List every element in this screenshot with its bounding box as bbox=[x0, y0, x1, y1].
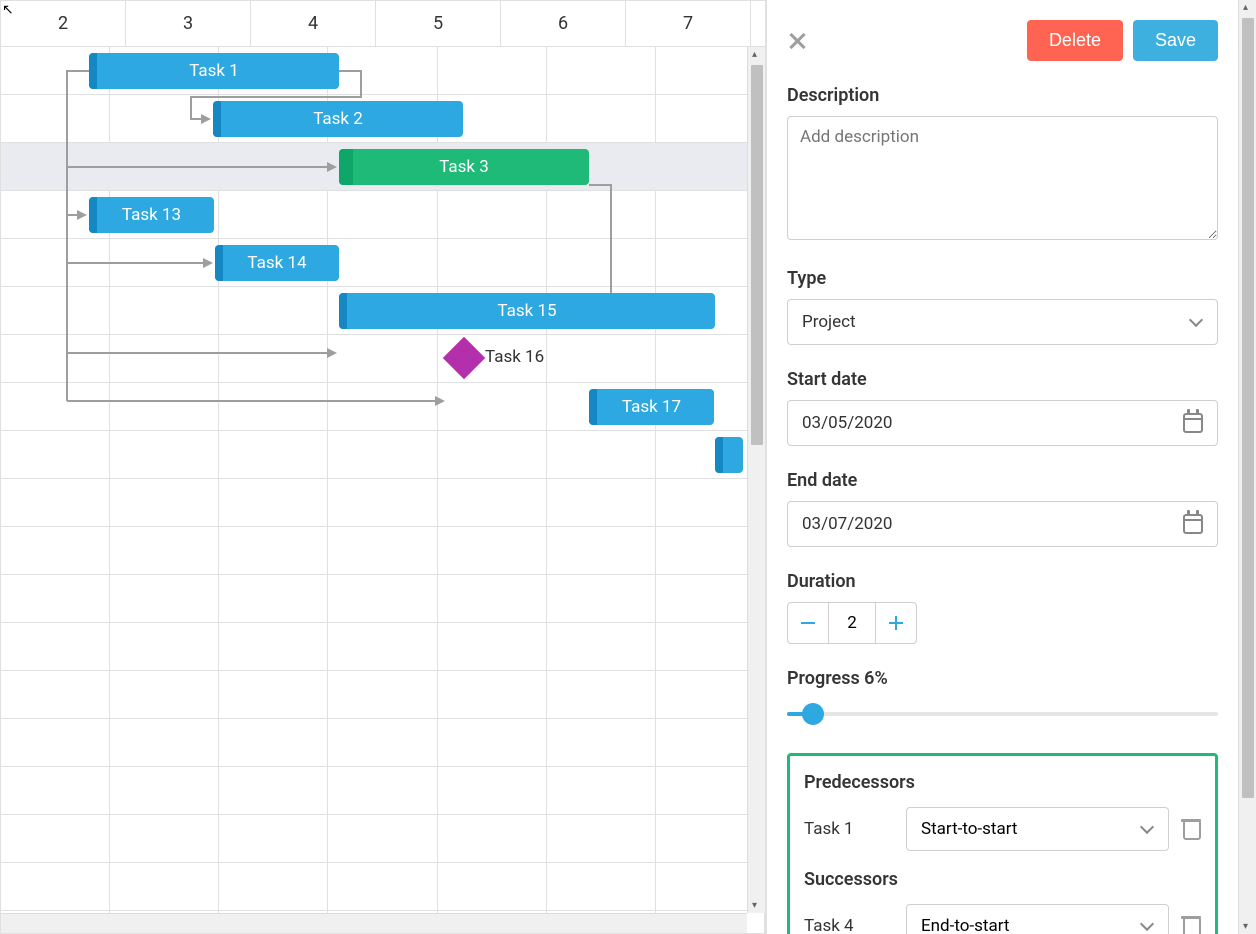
delete-button[interactable]: Delete bbox=[1027, 20, 1123, 61]
description-label: Description bbox=[787, 85, 1218, 106]
progress-slider[interactable] bbox=[787, 699, 1218, 729]
link-type-select[interactable]: Start-to-start bbox=[906, 807, 1169, 851]
progress-label: Progress 6% bbox=[787, 668, 1218, 689]
end-date-input[interactable]: 03/07/2020 bbox=[787, 501, 1218, 547]
start-date-input[interactable]: 03/05/2020 bbox=[787, 400, 1218, 446]
scrollbar-thumb[interactable] bbox=[1242, 18, 1254, 798]
task-bar-task15[interactable]: Task 15 bbox=[339, 293, 715, 329]
gantt-column-header: 3 bbox=[126, 1, 251, 46]
type-value: Project bbox=[802, 312, 856, 332]
calendar-icon[interactable] bbox=[1183, 514, 1203, 534]
predecessors-label: Predecessors bbox=[804, 772, 1201, 793]
link-type-value: End-to-start bbox=[921, 916, 1009, 934]
gantt-row[interactable] bbox=[1, 239, 765, 287]
gantt-chart[interactable]: 234567 Task 1Task 2Task 3Task 13Task 14T… bbox=[0, 0, 766, 934]
task-bar-task13[interactable]: Task 13 bbox=[89, 197, 214, 233]
plus-icon bbox=[889, 616, 903, 630]
duration-decrement-button[interactable] bbox=[787, 602, 829, 644]
task-links-box: Predecessors Task 1 Start-to-start Succes… bbox=[787, 753, 1218, 934]
gantt-column-header: 2 bbox=[1, 1, 126, 46]
duration-label: Duration bbox=[787, 571, 1218, 592]
trash-icon[interactable] bbox=[1181, 915, 1201, 934]
chevron-down-icon bbox=[1189, 315, 1203, 329]
trash-icon[interactable] bbox=[1181, 818, 1201, 840]
task-bar-task18[interactable] bbox=[715, 437, 743, 473]
task-bar-task3[interactable]: Task 3 bbox=[339, 149, 589, 185]
successors-label: Successors bbox=[804, 869, 1201, 890]
task-bar-task14[interactable]: Task 14 bbox=[215, 245, 339, 281]
duration-stepper[interactable]: 2 bbox=[787, 602, 1218, 644]
task-bar-task17[interactable]: Task 17 bbox=[589, 389, 714, 425]
duration-increment-button[interactable] bbox=[875, 602, 917, 644]
link-task-name: Task 1 bbox=[804, 819, 894, 839]
type-select[interactable]: Project bbox=[787, 299, 1218, 345]
start-date-value: 03/05/2020 bbox=[802, 413, 892, 433]
gantt-row[interactable] bbox=[1, 335, 765, 383]
minus-icon bbox=[801, 622, 815, 624]
gantt-row[interactable] bbox=[1, 623, 765, 671]
gantt-row[interactable] bbox=[1, 479, 765, 527]
task-bar-task1[interactable]: Task 1 bbox=[89, 53, 339, 89]
start-date-label: Start date bbox=[787, 369, 1218, 390]
type-label: Type bbox=[787, 268, 1218, 289]
gantt-scrollbar-vertical[interactable] bbox=[747, 47, 765, 913]
link-task-name: Task 4 bbox=[804, 916, 894, 934]
task-details-panel: Delete Save Description Type Project Sta… bbox=[766, 0, 1256, 934]
task-label: Task 16 bbox=[485, 347, 544, 367]
save-button[interactable]: Save bbox=[1133, 20, 1218, 61]
gantt-row[interactable] bbox=[1, 671, 765, 719]
gantt-row[interactable] bbox=[1, 815, 765, 863]
end-date-value: 03/07/2020 bbox=[802, 514, 892, 534]
panel-scrollbar-vertical[interactable] bbox=[1238, 0, 1256, 934]
end-date-label: End date bbox=[787, 470, 1218, 491]
scrollbar-thumb[interactable] bbox=[751, 65, 763, 445]
close-icon[interactable] bbox=[787, 31, 807, 51]
link-row: Task 1 Start-to-start bbox=[804, 807, 1201, 851]
gantt-column-header: 6 bbox=[501, 1, 626, 46]
gantt-row[interactable] bbox=[1, 719, 765, 767]
gantt-row[interactable] bbox=[1, 575, 765, 623]
description-input[interactable] bbox=[787, 116, 1218, 240]
gantt-row[interactable] bbox=[1, 767, 765, 815]
link-type-select[interactable]: End-to-start bbox=[906, 904, 1169, 934]
chevron-down-icon bbox=[1140, 822, 1154, 836]
slider-thumb[interactable] bbox=[802, 703, 824, 725]
gantt-row[interactable] bbox=[1, 431, 765, 479]
link-type-value: Start-to-start bbox=[921, 819, 1017, 839]
calendar-icon[interactable] bbox=[1183, 413, 1203, 433]
chevron-down-icon bbox=[1140, 919, 1154, 933]
gantt-row[interactable] bbox=[1, 863, 765, 911]
gantt-column-header: 7 bbox=[626, 1, 751, 46]
duration-value[interactable]: 2 bbox=[829, 602, 875, 644]
gantt-header: 234567 bbox=[1, 1, 765, 47]
gantt-column-header: 4 bbox=[251, 1, 376, 46]
gantt-scrollbar-horizontal[interactable] bbox=[1, 913, 747, 933]
task-bar-task2[interactable]: Task 2 bbox=[213, 101, 463, 137]
link-row: Task 4 End-to-start bbox=[804, 904, 1201, 934]
gantt-row[interactable] bbox=[1, 527, 765, 575]
gantt-column-header: 5 bbox=[376, 1, 501, 46]
